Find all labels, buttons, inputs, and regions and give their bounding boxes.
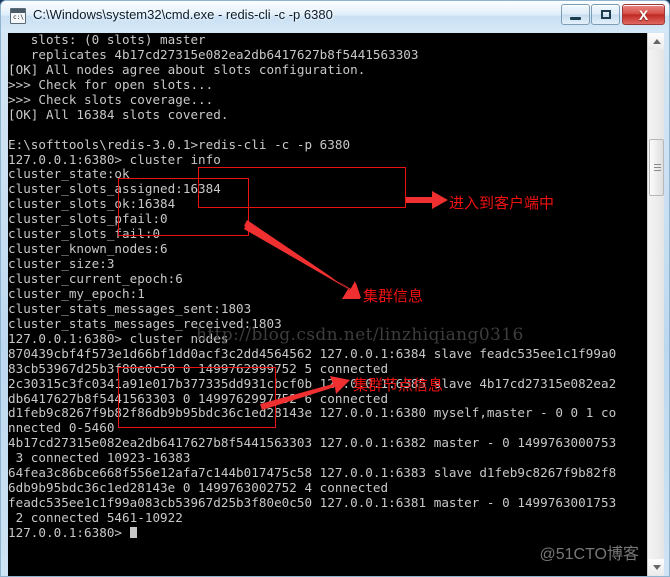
- console-line: 127.0.0.1:6380>: [8, 525, 648, 541]
- console-line: 2c30315c3fc0341a91e017b377335dd931cbcf0b…: [8, 375, 617, 391]
- console-line: cluster_state:ok: [8, 166, 130, 182]
- console-line: 6db9b95bdc36c1ed28143e 0 1499763002752 4…: [8, 480, 389, 496]
- console-line: cluster_stats_messages_sent:1803: [8, 300, 252, 316]
- console-line: d1feb9c8267f9b82f86db9b95bdc36c1ed28143e…: [8, 405, 617, 421]
- console-line: 83cb53967d25b3f80e0c50 0 1499762999752 5…: [8, 360, 389, 376]
- minimize-icon: [562, 5, 589, 24]
- console-line: slots: (0 slots) master: [8, 33, 206, 47]
- cmd-window: c:\ C:\Windows\system32\cmd.exe - redis-…: [0, 0, 670, 577]
- console-text: slots: (0 slots) master replicates 4b17c…: [8, 33, 648, 541]
- console-line: cluster_my_epoch:1: [8, 285, 145, 301]
- console-line: cluster_slots_ok:16384: [8, 196, 176, 212]
- console-line: >>> Check for open slots...: [8, 76, 214, 92]
- chevron-up-icon: [652, 39, 661, 44]
- scrollbar-grip-icon: [654, 164, 661, 171]
- window-titlebar[interactable]: c:\ C:\Windows\system32\cmd.exe - redis-…: [1, 1, 669, 32]
- console-line: cluster_size:3: [8, 256, 115, 272]
- console-line: cluster_stats_messages_received:1803: [8, 315, 282, 331]
- scrollbar-down-arrow[interactable]: [648, 559, 664, 576]
- cmd-icon-prompt-glyph: c:\: [13, 14, 24, 21]
- console-line: [OK] All 16384 slots covered.: [8, 106, 229, 122]
- watermark-brand: @51CTO博客: [539, 546, 639, 563]
- cmd-console-icon: c:\: [10, 8, 26, 24]
- console-scrollbar[interactable]: [647, 33, 664, 576]
- console-line: 127.0.0.1:6380> cluster nodes: [8, 330, 229, 346]
- console-line: cluster_slots_assigned:16384: [8, 181, 221, 197]
- console-line: replicates 4b17cd27315e082ea2db6417627b8…: [8, 46, 419, 62]
- console-line: cluster_slots_fail:0: [8, 226, 161, 242]
- console-line: db6417627b8f5441563303 0 1499762997752 6…: [8, 390, 389, 406]
- console-line: nnected 0-5460: [8, 420, 115, 436]
- close-button[interactable]: X: [622, 4, 665, 25]
- console-line: >>> Check slots coverage...: [8, 91, 214, 107]
- console-line: cluster_slots_pfail:0: [8, 211, 168, 227]
- maximize-button[interactable]: [591, 4, 620, 25]
- scrollbar-up-arrow[interactable]: [648, 33, 664, 50]
- text-cursor: [129, 526, 138, 538]
- console-line: cluster_known_nodes:6: [8, 241, 168, 257]
- console-line: E:\softtools\redis-3.0.1>redis-cli -c -p…: [8, 136, 351, 152]
- chevron-down-icon: [652, 565, 661, 570]
- console-output-area[interactable]: slots: (0 slots) master replicates 4b17c…: [8, 33, 664, 576]
- console-line: 2 connected 5461-10922: [8, 510, 183, 525]
- console-line: feadc535ee1c1f99a083cb53967d25b3f80e0c50…: [8, 495, 617, 511]
- scrollbar-thumb[interactable]: [649, 139, 664, 196]
- close-icon: X: [638, 6, 649, 23]
- window-title: C:\Windows\system32\cmd.exe - redis-cli …: [33, 7, 333, 22]
- console-line: 870439cbf4f573e1d66bf1dd0acf3c2dd4564562…: [8, 345, 617, 361]
- minimize-button[interactable]: [561, 4, 590, 25]
- console-line: 4b17cd27315e082ea2db6417627b8f5441563303…: [8, 435, 617, 451]
- console-line: [OK] All nodes agree about slots configu…: [8, 61, 366, 77]
- console-line: 3 connected 10923-16383: [8, 450, 191, 466]
- console-line: 127.0.0.1:6380> cluster info: [8, 151, 221, 167]
- console-line: 64fea3c86bce668f556e12afa7c144b017475c58…: [8, 465, 617, 481]
- console-line: cluster_current_epoch:6: [8, 271, 183, 286]
- maximize-icon: [592, 5, 619, 24]
